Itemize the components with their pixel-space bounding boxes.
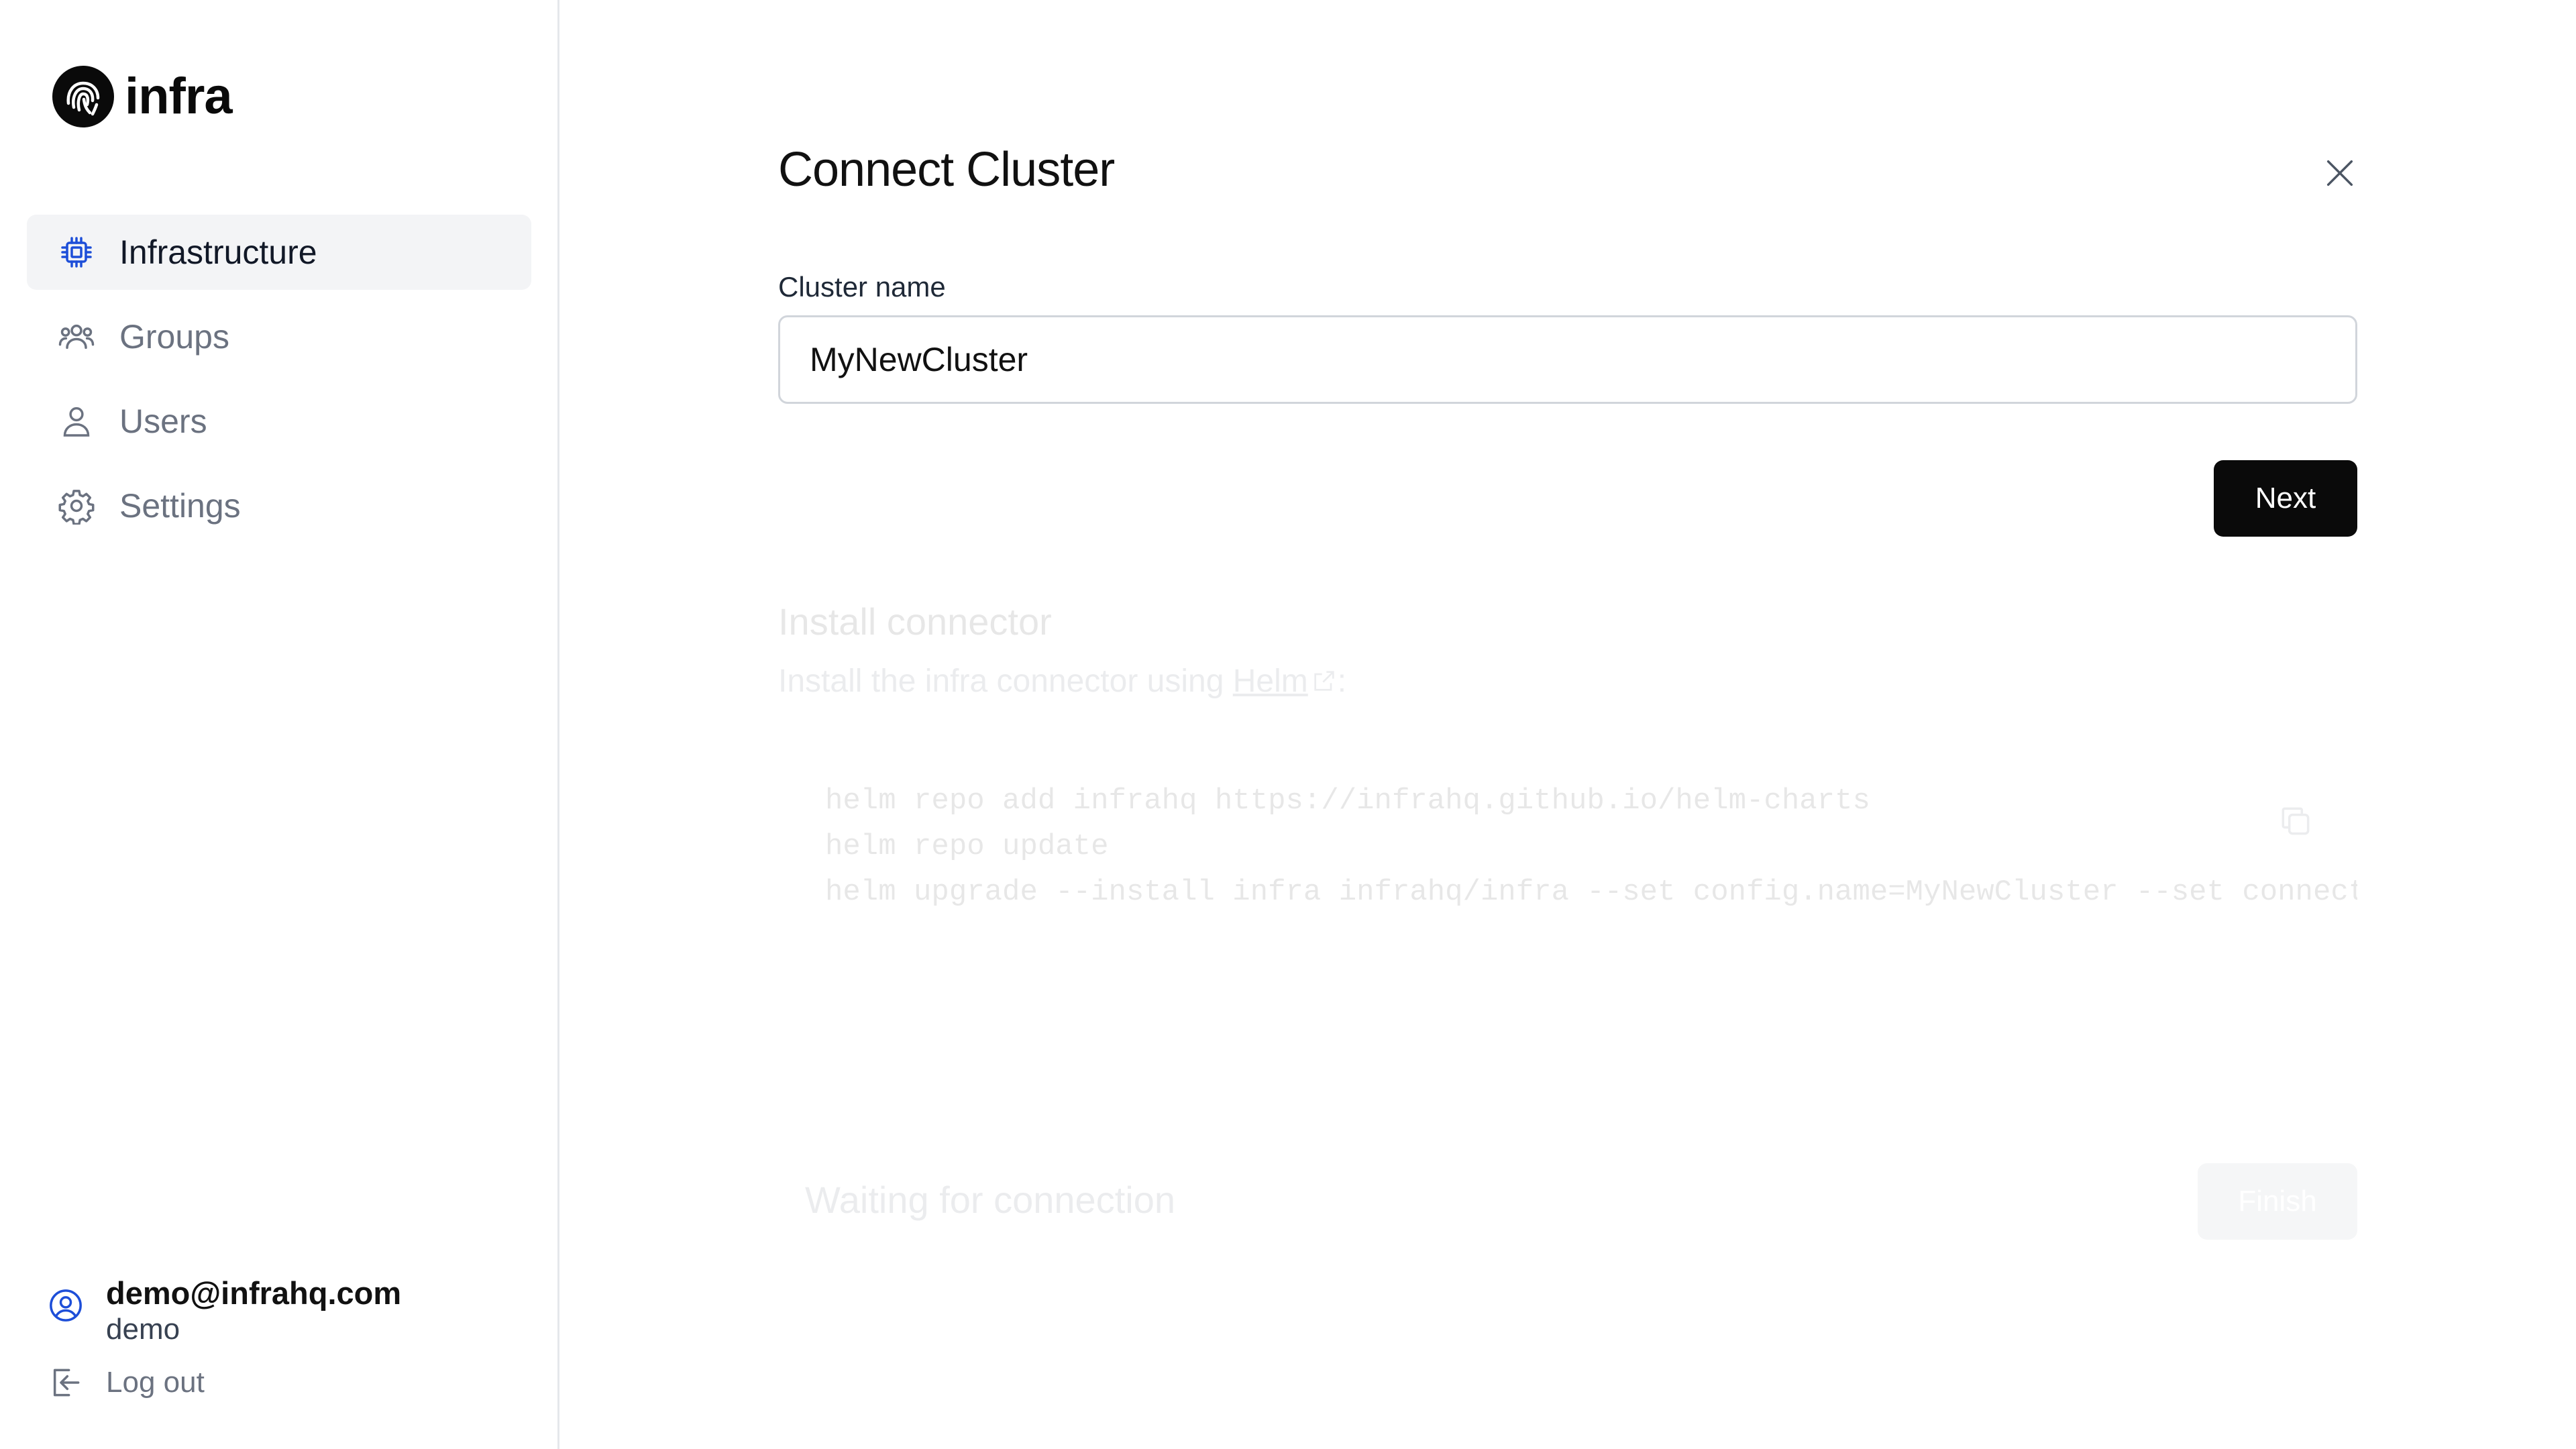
logo[interactable]: infra xyxy=(52,66,233,127)
next-button[interactable]: Next xyxy=(2214,460,2357,537)
install-connector-description: Install the infra connector using Helm: xyxy=(778,663,1346,700)
waiting-status: Waiting for connection xyxy=(805,1179,1175,1221)
sidebar-item-label: Infrastructure xyxy=(119,233,317,271)
chip-icon xyxy=(58,233,95,271)
helm-link[interactable]: Helm xyxy=(1233,663,1308,699)
cluster-name-input[interactable] xyxy=(778,315,2357,404)
install-connector-title: Install connector xyxy=(778,600,1052,643)
install-desc-suffix: : xyxy=(1337,663,1347,699)
sidebar-item-groups[interactable]: Groups xyxy=(27,299,531,374)
user-name: demo xyxy=(106,1313,180,1346)
sidebar-item-label: Settings xyxy=(119,487,241,525)
user-circle-icon xyxy=(50,1289,82,1322)
logo-text: infra xyxy=(125,68,233,125)
install-code-block: helm repo add infrahq https://infrahq.gi… xyxy=(778,778,2357,979)
close-button[interactable] xyxy=(2316,149,2364,197)
current-user: demo@infrahq.com demo xyxy=(47,1275,530,1348)
user-email: demo@infrahq.com xyxy=(106,1275,402,1311)
copy-icon[interactable] xyxy=(2277,802,2314,840)
gear-icon xyxy=(58,487,95,525)
logout-label: Log out xyxy=(106,1366,205,1399)
close-icon xyxy=(2326,160,2353,186)
connect-cluster-modal: Connect Cluster Cluster name Next Instal… xyxy=(559,0,2576,1449)
sidebar-item-settings[interactable]: Settings xyxy=(27,468,531,543)
modal-title: Connect Cluster xyxy=(778,143,1115,197)
logout-icon xyxy=(53,1368,80,1397)
code-line: helm repo add infrahq https://infrahq.gi… xyxy=(825,784,1870,818)
groups-icon xyxy=(58,318,95,356)
logout-button[interactable]: Log out xyxy=(47,1364,530,1401)
finish-button[interactable]: Finish xyxy=(2198,1163,2357,1240)
user-block: demo@infrahq.com demo Log out xyxy=(47,1275,530,1401)
user-icon xyxy=(58,402,95,440)
sidebar-nav: Infrastructure Groups Users Settings xyxy=(27,215,531,553)
cluster-name-label: Cluster name xyxy=(778,271,946,303)
fingerprint-logo-icon xyxy=(52,66,114,127)
install-desc-text: Install the infra connector using xyxy=(778,663,1233,699)
external-link-icon xyxy=(1314,671,1334,691)
code-line: helm upgrade --install infra infrahq/inf… xyxy=(825,875,2357,909)
sidebar-item-infrastructure[interactable]: Infrastructure xyxy=(27,215,531,290)
sidebar-item-users[interactable]: Users xyxy=(27,384,531,459)
sidebar-item-label: Groups xyxy=(119,318,229,356)
code-line: helm repo update xyxy=(825,830,1109,863)
sidebar: infra Infrastructure Groups Users Settin… xyxy=(0,0,559,1449)
sidebar-item-label: Users xyxy=(119,402,207,440)
